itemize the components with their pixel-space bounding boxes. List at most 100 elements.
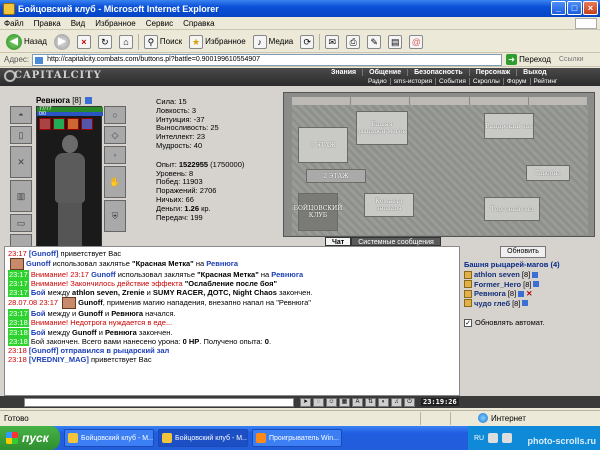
color-button[interactable]: ◐ — [378, 397, 389, 407]
helmet-slot[interactable]: ◓ — [10, 106, 32, 124]
menu-edit[interactable]: Правка — [34, 19, 61, 28]
nav-exit[interactable]: Выход — [517, 69, 552, 76]
go-button[interactable]: ➜ Переход — [506, 54, 551, 65]
mail-button[interactable]: ✉ — [323, 33, 341, 51]
search-button[interactable]: ⚲ Поиск — [142, 33, 184, 51]
weapon-slot[interactable]: ✕ — [10, 146, 32, 178]
tab-chat[interactable]: Чат — [325, 237, 352, 246]
character-name[interactable]: Ревнюга [8] — [36, 96, 93, 105]
nav-sms-history[interactable]: sms-история — [391, 78, 437, 85]
sound-button[interactable]: ♫ — [391, 397, 402, 407]
info-icon[interactable] — [532, 271, 539, 278]
tab-system-messages[interactable]: Системные сообщения — [351, 237, 441, 246]
menu-view[interactable]: Вид — [71, 19, 85, 28]
tray-icon[interactable] — [502, 433, 513, 443]
menu-favorites[interactable]: Избранное — [95, 19, 136, 28]
minimize-button[interactable]: _ — [551, 1, 566, 15]
taskbar-item[interactable]: Бойцовский клуб - М... — [158, 429, 248, 447]
back-button[interactable]: ◀ Назад — [4, 33, 49, 51]
effect-icon[interactable] — [53, 118, 65, 130]
character-silhouette[interactable]: 77/77 0/0 — [36, 106, 103, 266]
user-row[interactable]: чудо глеб [8] — [464, 299, 539, 309]
user-row[interactable]: Ревнюга [8] ✕ — [464, 289, 539, 299]
bracer-slot[interactable]: ▯ — [10, 126, 32, 144]
nav-radio[interactable]: Радио — [365, 78, 391, 85]
map-floor2[interactable]: 2 ЭТАЖ — [306, 169, 366, 183]
refresh-users-button[interactable]: Обновить — [500, 246, 546, 258]
messenger-button[interactable]: @ — [407, 33, 425, 51]
auto-refresh-toggle[interactable]: ✓ Обновлять автомат. — [464, 318, 544, 327]
effect-icon[interactable] — [67, 118, 79, 130]
nav-forum[interactable]: Форум — [504, 78, 531, 85]
refresh-button[interactable]: ↻ — [96, 33, 114, 51]
links-button[interactable]: Ссылки — [559, 56, 584, 63]
edit-button[interactable]: ✎ — [365, 33, 383, 51]
nav-character[interactable]: Персонаж — [470, 69, 518, 76]
send-button[interactable]: ➤ — [300, 397, 311, 407]
auto-refresh-checkbox[interactable]: ✓ — [464, 318, 472, 327]
info-icon[interactable] — [522, 300, 529, 307]
chat-nick[interactable]: [VREDNIY_MAG] — [29, 355, 89, 364]
chat-input[interactable] — [24, 397, 294, 407]
map-trade-hall[interactable]: Торговый зал — [484, 197, 540, 221]
menu-tools[interactable]: Сервис — [146, 19, 173, 28]
user-row[interactable]: athlon seven [8] — [464, 270, 539, 280]
armor-slot[interactable]: ▥ — [10, 180, 32, 212]
home-button[interactable]: ⌂ — [117, 33, 135, 51]
taskbar-item[interactable]: Бойцовский клуб - М... — [64, 429, 154, 447]
translit-button[interactable]: A — [352, 397, 363, 407]
close-button[interactable]: × — [583, 1, 598, 15]
nav-scrolls[interactable]: Скроллы — [470, 78, 504, 85]
info-icon[interactable] — [85, 97, 93, 105]
map-knight-hall[interactable]: Рыцарский зал — [484, 113, 534, 139]
nav-events[interactable]: События — [436, 78, 470, 85]
filter-button[interactable]: ▦ — [339, 397, 350, 407]
taskbar-item[interactable]: Проигрыватель Win... — [252, 429, 342, 447]
chat-nick[interactable]: Ревнюга — [271, 270, 303, 279]
clear-button[interactable]: ◌ — [313, 397, 324, 407]
chat-nick[interactable]: [Gunoff] отправился в рыцарский зал — [29, 346, 169, 355]
chat-nick[interactable]: Бой — [31, 328, 46, 337]
shield-slot[interactable]: ⛨ — [104, 200, 126, 232]
effect-icon[interactable] — [81, 118, 93, 130]
address-input[interactable]: http://capitalcity.combats.com/buttons.p… — [32, 53, 503, 66]
ring-slot[interactable]: ◦ — [104, 146, 126, 164]
print-button[interactable]: ⎙ — [344, 33, 362, 51]
effect-icon[interactable] — [39, 118, 51, 130]
map-tavern[interactable]: Таверна — [526, 165, 570, 181]
chat-nick[interactable]: Ревнюга — [206, 259, 238, 268]
belt-slot[interactable]: ▭ — [10, 214, 32, 232]
media-button[interactable]: ♪ Медиа — [251, 33, 296, 51]
stop-button[interactable]: × — [75, 33, 93, 51]
battle-icon[interactable]: ✕ — [526, 289, 532, 299]
chat-nick[interactable]: [Gunoff] — [29, 249, 59, 258]
favorites-button[interactable]: ★ Избранное — [187, 33, 248, 51]
language-indicator[interactable]: RU — [474, 435, 484, 442]
maximize-button[interactable]: □ — [567, 1, 582, 15]
menu-help[interactable]: Справка — [183, 19, 214, 28]
chat-nick[interactable]: Gunoff — [26, 259, 51, 268]
user-row[interactable]: Former_Hero [8] — [464, 280, 540, 290]
nav-rating[interactable]: Рейтинг — [531, 78, 561, 85]
start-button[interactable]: пуск — [0, 426, 60, 450]
scroll-button[interactable]: ⇅ — [365, 397, 376, 407]
discuss-button[interactable]: ▤ — [386, 33, 404, 51]
chat-nick[interactable]: Gunoff — [91, 270, 116, 279]
gloves-slot[interactable]: ✋ — [104, 166, 126, 198]
history-button[interactable]: ⟳ — [298, 33, 316, 51]
earring-slot[interactable]: ○ — [104, 106, 126, 124]
map-club[interactable]: БОЙЦОВСКИЙ КЛУБ — [294, 193, 342, 231]
amulet-slot[interactable]: ◇ — [104, 126, 126, 144]
exit-chat-button[interactable]: ⏻ — [404, 397, 415, 407]
tray-icon[interactable] — [488, 433, 499, 443]
smile-button[interactable]: ☺ — [326, 397, 337, 407]
forward-button[interactable]: ▶ — [52, 33, 72, 51]
chat-nick[interactable]: Бой — [31, 288, 46, 297]
map-floor3[interactable]: 3 ЭТАЖ — [298, 127, 348, 163]
nav-knowledge[interactable]: Знания — [325, 69, 364, 76]
info-icon[interactable] — [533, 281, 540, 288]
nav-communication[interactable]: Общение — [363, 69, 409, 76]
chat-log[interactable]: 23:17 [Gunoff] приветствует Вас Gunoff ис… — [4, 246, 460, 396]
menu-file[interactable]: Файл — [4, 19, 24, 28]
nav-security[interactable]: Безопасность — [408, 69, 470, 76]
